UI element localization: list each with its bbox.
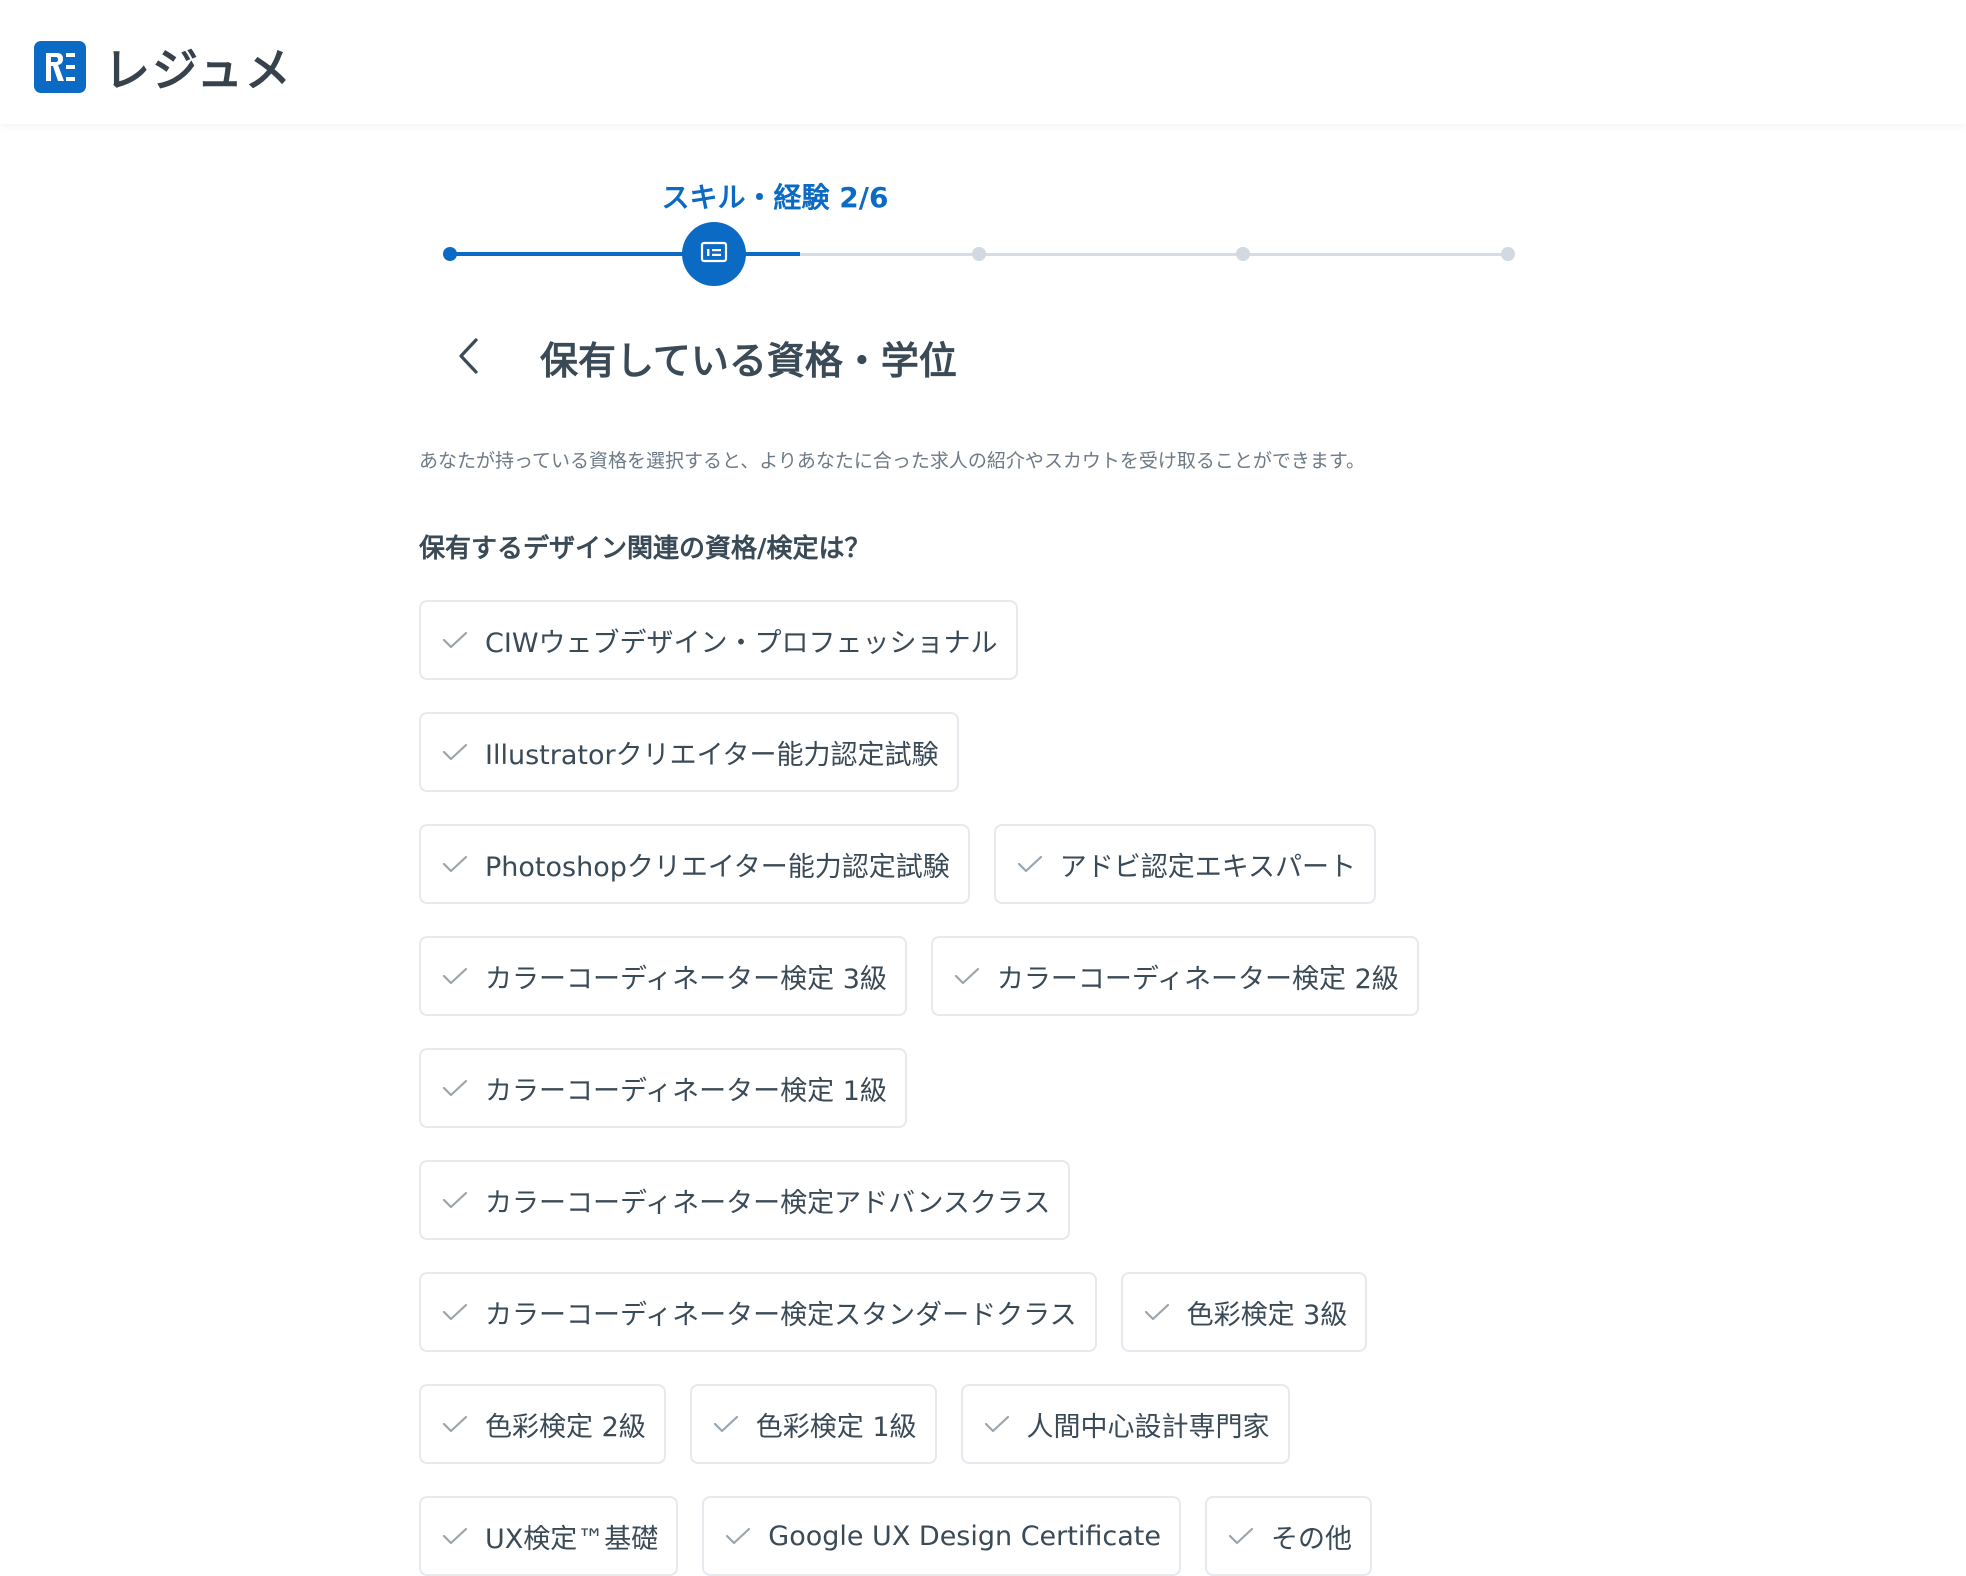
option-label: 色彩検定 1級 xyxy=(755,1411,917,1443)
step-dot-done xyxy=(443,247,457,261)
check-icon xyxy=(712,1410,740,1438)
current-step-marker xyxy=(682,222,746,286)
step-dot xyxy=(1501,247,1515,261)
check-icon xyxy=(441,1186,469,1214)
option-chip[interactable]: Photoshopクリエイター能力認定試験 xyxy=(419,824,970,904)
logo[interactable]: レジュメ xyxy=(34,34,293,100)
option-chip[interactable]: カラーコーディネーター検定スタンダードクラス xyxy=(419,1272,1097,1352)
option-chip[interactable]: CIWウェブデザイン・プロフェッショナル xyxy=(419,600,1018,680)
app-header: レジュメ xyxy=(0,0,1966,124)
check-icon xyxy=(1227,1522,1255,1550)
option-chip[interactable]: その他 xyxy=(1204,1496,1372,1576)
option-chip[interactable]: Illustratorクリエイター能力認定試験 xyxy=(419,712,959,792)
check-icon xyxy=(441,626,469,654)
option-chip[interactable]: カラーコーディネーター検定 1級 xyxy=(419,1048,907,1128)
progress-stepper: スキル・経験 2/6 xyxy=(420,170,1520,300)
check-icon xyxy=(983,1410,1011,1438)
qualification-options: CIWウェブデザイン・プロフェッショナル Illustratorクリエイター能力… xyxy=(419,600,1549,1576)
option-label: アドビ認定エキスパート xyxy=(1059,851,1356,883)
check-icon xyxy=(1143,1298,1171,1326)
option-chip[interactable]: Google UX Design Certificate xyxy=(702,1496,1181,1576)
option-chip[interactable]: アドビ認定エキスパート xyxy=(993,824,1376,904)
option-label: カラーコーディネーター検定 1級 xyxy=(485,1075,887,1107)
option-label: その他 xyxy=(1270,1523,1352,1555)
progress-fill xyxy=(450,252,720,256)
check-icon xyxy=(441,1522,469,1550)
option-label: 色彩検定 2級 xyxy=(485,1411,646,1443)
option-label: 色彩検定 3級 xyxy=(1186,1299,1348,1331)
step-dot xyxy=(972,247,986,261)
check-icon xyxy=(1016,850,1044,878)
title-row: 保有している資格・学位 xyxy=(450,330,957,385)
check-icon xyxy=(724,1522,752,1550)
option-label: カラーコーディネーター検定アドバンスクラス xyxy=(485,1187,1051,1219)
question-heading: 保有するデザイン関連の資格/検定は？ xyxy=(419,534,871,564)
page-title: 保有している資格・学位 xyxy=(540,339,957,383)
option-chip[interactable]: 色彩検定 1級 xyxy=(689,1384,937,1464)
card-icon xyxy=(700,241,728,267)
option-chip[interactable]: カラーコーディネーター検定 3級 xyxy=(419,936,907,1016)
option-chip[interactable]: カラーコーディネーター検定 2級 xyxy=(930,936,1419,1016)
option-label: Google UX Design Certificate xyxy=(768,1520,1161,1552)
check-icon xyxy=(441,1410,469,1438)
check-icon xyxy=(441,1298,469,1326)
chevron-left-icon xyxy=(456,336,480,380)
option-label: Photoshopクリエイター能力認定試験 xyxy=(485,851,950,883)
option-chip[interactable]: 人間中心設計専門家 xyxy=(960,1384,1290,1464)
back-button[interactable] xyxy=(450,333,486,383)
option-label: カラーコーディネーター検定スタンダードクラス xyxy=(485,1299,1077,1331)
option-label: カラーコーディネーター検定 2級 xyxy=(996,963,1399,995)
option-label: CIWウェブデザイン・プロフェッショナル xyxy=(485,627,998,659)
step-label: スキル・経験 2/6 xyxy=(661,181,889,214)
check-icon xyxy=(441,1074,469,1102)
check-icon xyxy=(953,962,981,990)
resume-logo-icon xyxy=(34,41,86,93)
option-chip[interactable]: 色彩検定 2級 xyxy=(419,1384,666,1464)
option-chip[interactable]: UX検定™基礎 xyxy=(419,1496,679,1576)
logo-text: レジュメ xyxy=(104,43,293,97)
check-icon xyxy=(441,962,469,990)
page-description: あなたが持っている資格を選択すると、よりあなたに合った求人の紹介やスカウトを受け… xyxy=(419,450,1366,472)
option-label: 人間中心設計専門家 xyxy=(1026,1411,1270,1443)
option-label: Illustratorクリエイター能力認定試験 xyxy=(485,739,939,771)
option-chip[interactable]: 色彩検定 3級 xyxy=(1120,1272,1368,1352)
option-label: カラーコーディネーター検定 3級 xyxy=(485,963,887,995)
step-dot xyxy=(1236,247,1250,261)
option-label: UX検定™基礎 xyxy=(485,1523,659,1555)
check-icon xyxy=(441,738,469,766)
check-icon xyxy=(441,850,469,878)
option-chip[interactable]: カラーコーディネーター検定アドバンスクラス xyxy=(419,1160,1071,1240)
